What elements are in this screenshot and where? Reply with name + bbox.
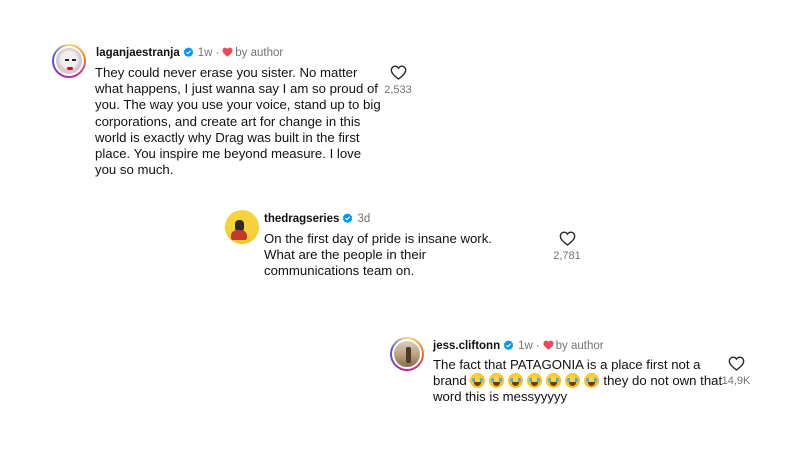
verified-badge-icon xyxy=(503,340,514,355)
comment-meta: jess.cliftonn 1w · by author xyxy=(433,339,604,355)
timestamp: 1w xyxy=(197,47,213,59)
loudly-crying-face-icon xyxy=(565,373,581,389)
username[interactable]: thedragseries xyxy=(264,213,339,225)
verified-badge-icon xyxy=(183,47,194,62)
loudly-crying-face-icon xyxy=(489,373,505,389)
timestamp: 3d xyxy=(357,213,371,225)
loudly-crying-face-icon xyxy=(527,373,543,389)
author-heart-icon xyxy=(222,47,233,61)
like-heart-icon[interactable] xyxy=(728,356,745,371)
by-author-label: by author xyxy=(555,340,604,352)
like-heart-icon[interactable] xyxy=(559,231,576,246)
comment-text: On the first day of pride is insane work… xyxy=(264,231,492,279)
timestamp: 1w xyxy=(518,340,533,352)
loudly-crying-face-icon xyxy=(508,373,524,389)
avatar[interactable] xyxy=(52,44,86,78)
loudly-crying-face-icon xyxy=(584,373,600,389)
avatar[interactable] xyxy=(225,210,259,244)
author-heart-icon xyxy=(543,340,554,354)
username[interactable]: laganjaestranja xyxy=(96,47,180,59)
like-heart-icon[interactable] xyxy=(390,65,407,80)
like-count: 14,9K xyxy=(721,375,751,387)
comment-meta: thedragseries 3d xyxy=(264,212,370,228)
emoji-row xyxy=(470,373,603,389)
separator: · xyxy=(535,340,540,352)
username[interactable]: jess.cliftonn xyxy=(433,340,500,352)
like-count: 2,533 xyxy=(384,84,412,96)
loudly-crying-face-icon xyxy=(470,373,486,389)
verified-badge-icon xyxy=(342,213,353,228)
like-count: 2,781 xyxy=(553,250,581,262)
like-control: 2,533 xyxy=(378,65,418,96)
like-control: 14,9K xyxy=(716,356,756,387)
by-author-label: by author xyxy=(235,47,284,59)
loudly-crying-face-icon xyxy=(546,373,562,389)
avatar[interactable] xyxy=(390,337,424,371)
comment-thedragseries: thedragseries 3d On the first day of prid… xyxy=(225,210,492,278)
comment-text: The fact that PATAGONIA is a place first… xyxy=(433,357,723,406)
separator: · xyxy=(215,47,220,59)
comment-text: They could never erase you sister. No ma… xyxy=(95,65,381,178)
comment-meta: laganjaestranja 1w · by author xyxy=(96,46,283,62)
like-control: 2,781 xyxy=(547,231,587,262)
